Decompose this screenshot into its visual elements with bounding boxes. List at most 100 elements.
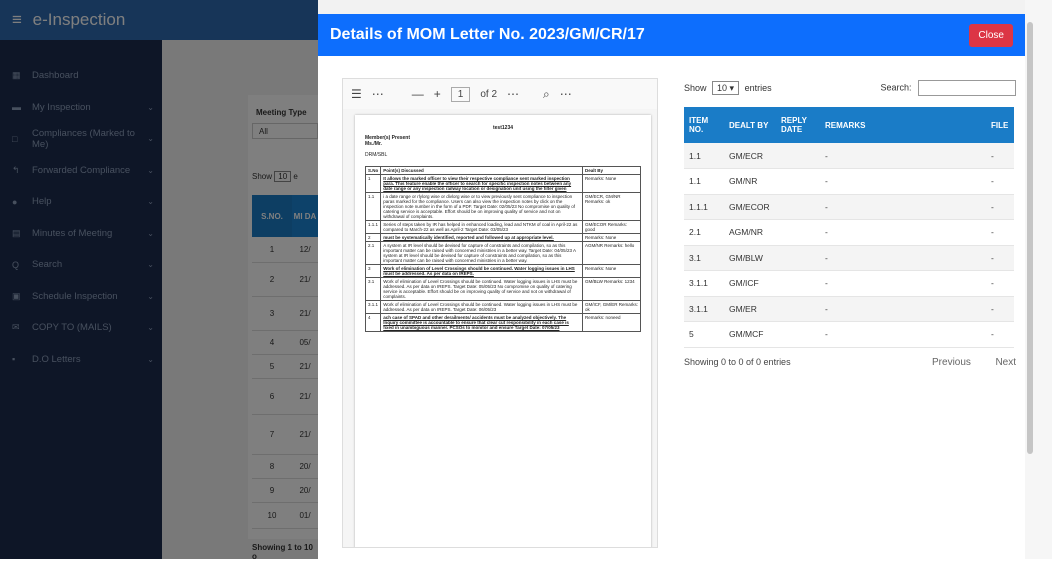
file-cell: - [986,321,1014,348]
point-dealt-by: GM/BLW Remarks: 1234 [582,277,641,301]
grid-footer: Showing 0 to 0 of 0 entries Previous Nex… [684,357,1016,368]
point-no: 3.1.1 [364,300,382,314]
point-text: i a date range or rlylorg wise or divlor… [380,192,583,221]
reply-cell [776,194,820,220]
point-text: ach case of SPAD and other derailments/ … [380,313,583,332]
col-file[interactable]: FILE [986,107,1014,143]
item-cell: 3.1 [684,245,724,271]
entries-select[interactable]: 10 ▾ [712,80,740,95]
page-scrollbar[interactable] [1025,0,1052,559]
search-control: Search: [880,80,1016,96]
more-icon[interactable]: ⋯ [560,87,572,101]
modal-backdrop[interactable] [0,0,318,559]
col-sno: S.No [364,166,382,175]
item-cell: 5 [684,321,724,348]
dealt-cell: GM/ECOR [724,194,776,220]
col-item-no[interactable]: ITEM NO. [684,107,724,143]
scroll-thumb[interactable] [1027,22,1033,454]
point-dealt-by: GM/ECR, GM/NR Remarks: ok [582,192,641,221]
distribution: DRM/SBL [365,152,388,158]
remarks-cell: - [820,270,986,297]
point-dealt-by: GM/ECOR Remarks: good [582,220,641,234]
point-row: 3.1 Work of elimination of Level Crossing… [364,277,641,301]
point-no: 4 [364,313,382,332]
remarks-cell: - [820,219,986,246]
point-text: A system at IR level should be devised f… [380,241,583,265]
point-text: Series of steps taken by IR has helped i… [380,220,583,234]
close-button[interactable]: Close [969,23,1013,47]
point-dealt-by: AGM/NR Remarks: hello [582,241,641,265]
previous-button[interactable]: Previous [932,357,971,368]
point-no: 2 [364,233,382,242]
file-cell: - [986,296,1014,322]
table-row[interactable]: 5 GM/MCF - - [684,321,1014,348]
point-text: Work of elimination of Level Crossings s… [380,264,583,278]
outline-icon[interactable]: ☰ [351,87,362,101]
dealt-cell: GM/NR [724,168,776,195]
dealt-cell: GM/ICF [724,270,776,297]
table-info: Showing 0 to 0 of 0 entries [684,356,791,367]
point-no: 2.1 [364,241,382,265]
next-button[interactable]: Next [995,357,1016,368]
dealt-cell: GM/ER [724,296,776,322]
modal-header: Details of MOM Letter No. 2023/GM/CR/17 … [318,14,1025,56]
col-reply-date[interactable]: REPLY DATE [776,107,820,143]
item-cell: 1.1 [684,143,724,169]
point-row: 1 It allows the marked officer to view th… [364,174,641,193]
item-cell: 3.1.1 [684,296,724,322]
table-row[interactable]: 1.1.1 GM/ECOR - - [684,194,1014,220]
compliance-table: ITEM NO. DEALT BY REPLY DATE REMARKS FIL… [684,107,1014,348]
page-number-input[interactable]: 1 [450,86,471,102]
file-cell: - [986,245,1014,271]
table-row[interactable]: 3.1.1 GM/ICF - - [684,270,1014,297]
point-row: 4 ach case of SPAD and other derailments/… [364,313,641,332]
dealt-cell: AGM/NR [724,219,776,246]
remarks-cell: - [820,245,986,271]
table-row[interactable]: 1.1 GM/NR - - [684,168,1014,195]
more-icon[interactable]: ⋯ [507,87,519,101]
more-icon[interactable]: ⋯ [372,87,384,101]
point-dealt-by: GM/ICF, GM/ER Remarks: ok [582,300,641,314]
modal-title: Details of MOM Letter No. 2023/GM/CR/17 [330,26,645,43]
point-no: 1.1 [364,192,382,221]
table-row[interactable]: 2.1 AGM/NR - - [684,219,1014,246]
zoom-in-icon[interactable]: + [434,87,441,101]
dealt-cell: GM/ECR [724,143,776,169]
search-label: Search: [880,82,912,93]
reply-cell [776,270,820,297]
file-cell: - [986,270,1014,297]
point-dealt-by: Remarks: None [582,264,641,278]
remarks-cell: - [820,168,986,195]
dealt-cell: GM/BLW [724,245,776,271]
file-cell: - [986,219,1014,246]
point-text: It allows the marked officer to view the… [380,174,583,193]
table-row[interactable]: 1.1 GM/ECR - - [684,143,1014,169]
file-cell: - [986,194,1014,220]
table-row[interactable]: 3.1 GM/BLW - - [684,245,1014,271]
remarks-cell: - [820,296,986,322]
point-row: 3.1.1 Work of elimination of Level Crossi… [364,300,641,314]
pdf-toolbar: ☰ ⋯ — + 1 of 2 ⋯ ⌕ ⋯ [343,79,657,109]
search-input[interactable] [918,80,1016,96]
point-dealt-by: Remarks: noneed [582,313,641,332]
reply-cell [776,245,820,271]
reply-cell [776,219,820,246]
remarks-cell: - [820,194,986,220]
col-points: Point(s) Discussed [380,166,583,175]
point-row: 3 Work of elimination of Level Crossings … [364,264,641,278]
search-icon[interactable]: ⌕ [543,87,550,102]
table-row[interactable]: 3.1.1 GM/ER - - [684,296,1014,322]
reply-cell [776,168,820,195]
file-cell: - [986,168,1014,195]
point-no: 1 [364,174,382,193]
grid-controls: Show 10 ▾ entries Search: [684,78,1016,98]
members-value: Ms./Mr. [365,141,382,147]
col-dealt-by[interactable]: DEALT BY [724,107,776,143]
points-header: S.No Point(s) Discussed Dealt By [364,166,641,175]
compliance-table-header: ITEM NO. DEALT BY REPLY DATE REMARKS FIL… [684,107,1014,143]
col-remarks[interactable]: REMARKS [820,107,986,143]
point-no: 3 [364,264,382,278]
pagination: Previous Next [910,357,1016,368]
entries-label: entries [744,82,772,93]
zoom-out-icon[interactable]: — [412,87,424,101]
